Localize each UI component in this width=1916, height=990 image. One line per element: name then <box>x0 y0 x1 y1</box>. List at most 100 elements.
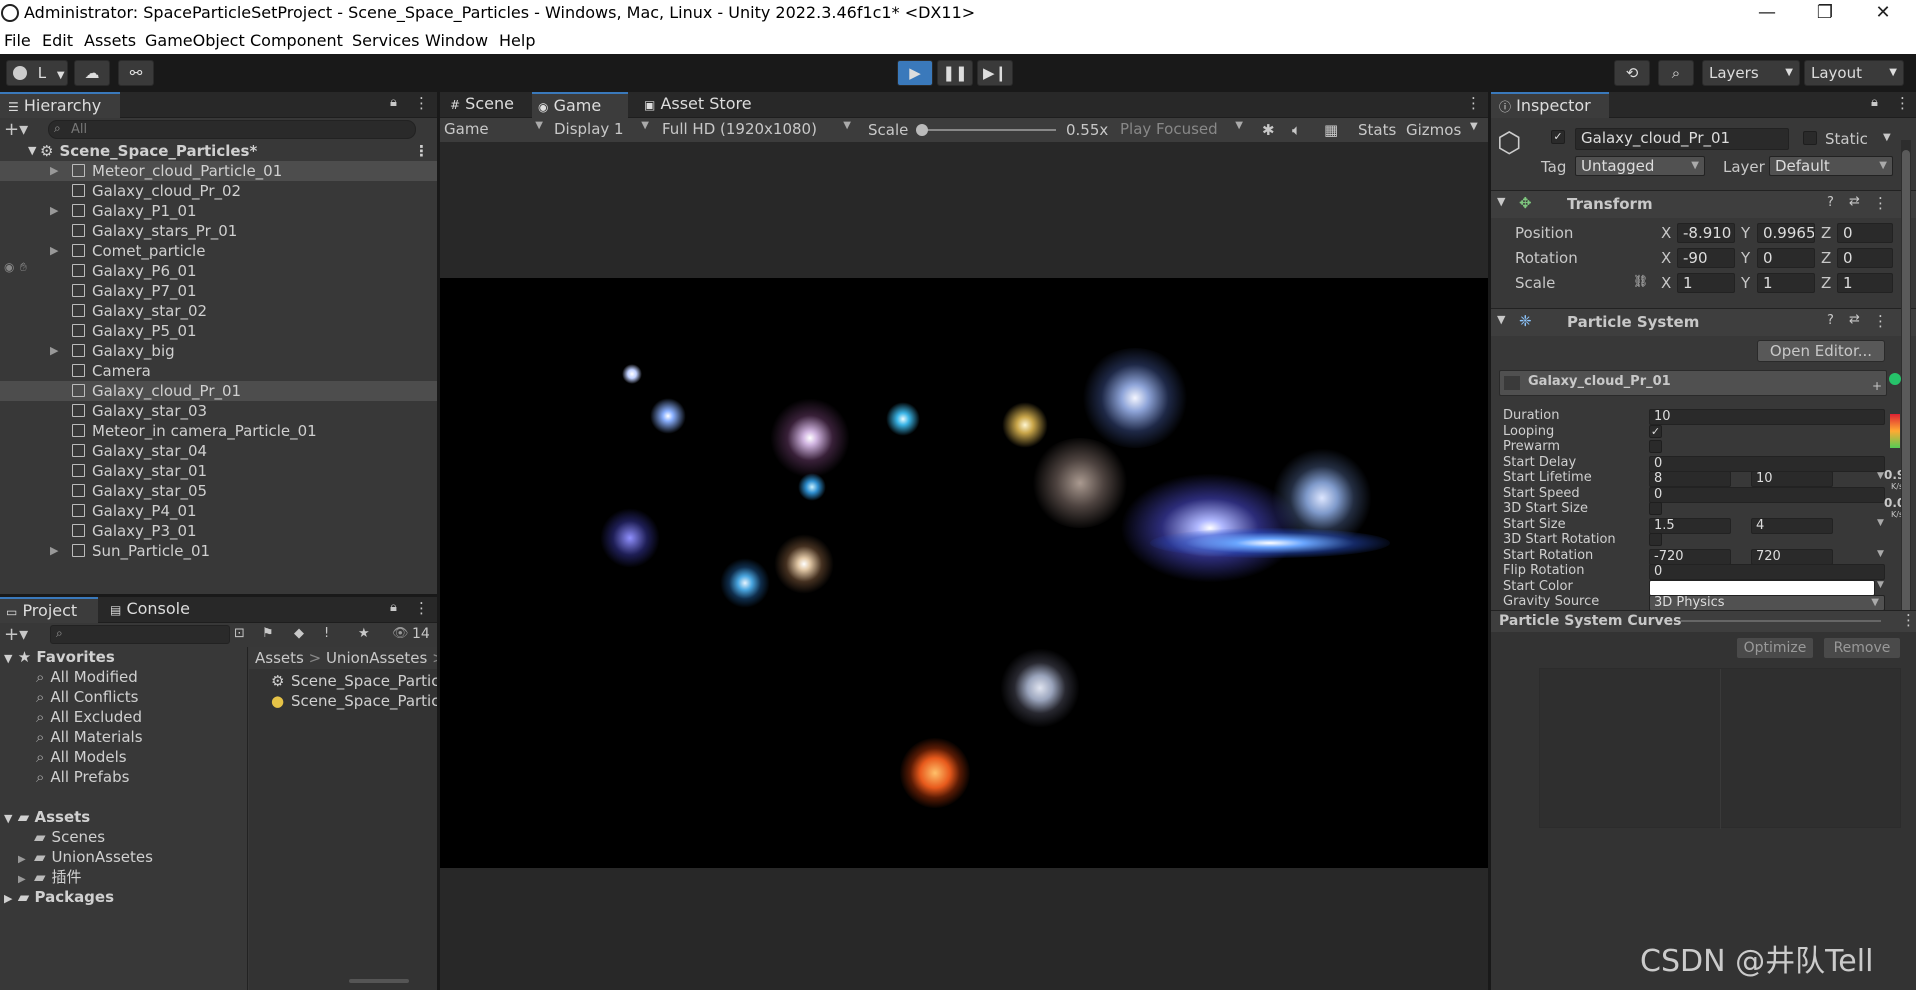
hierarchy-item[interactable]: Galaxy_cloud_Pr_02 <box>0 181 437 201</box>
scale-z-field[interactable]: 1 <box>1837 273 1893 293</box>
chevron-down-icon[interactable]: ▼ <box>1877 471 1884 481</box>
menu-help[interactable]: Help <box>499 31 535 50</box>
scale-y-field[interactable]: 1 <box>1757 273 1815 293</box>
breadcrumb-assets[interactable]: Assets <box>255 649 304 667</box>
hierarchy-item[interactable]: Meteor_in camera_Particle_01 <box>0 421 437 441</box>
hierarchy-item[interactable]: Galaxy_P4_01 <box>0 501 437 521</box>
pickable-toggle-icon[interactable]: ✋︎ <box>20 260 27 275</box>
packages-header[interactable]: ▶ ▰ Packages <box>0 887 247 907</box>
search-by-type-icon[interactable]: ⊡ <box>234 626 245 641</box>
property-field[interactable]: 0 <box>1649 486 1885 503</box>
chevron-down-icon[interactable]: ▼ <box>1877 518 1884 528</box>
hierarchy-item[interactable]: ▶ Sun_Particle_01 <box>0 541 437 561</box>
asset-folder[interactable]: ▶ ▰ UnionAssetes <box>0 847 247 867</box>
hierarchy-item[interactable]: Galaxy_star_03 <box>0 401 437 421</box>
optimize-button[interactable]: Optimize <box>1737 638 1813 658</box>
hierarchy-item[interactable]: Galaxy_stars_Pr_01 <box>0 221 437 241</box>
visibility-icon[interactable]: 👁︎ <box>392 626 409 641</box>
static-checkbox[interactable] <box>1803 131 1817 145</box>
tab-project[interactable]: ▭ Project <box>0 597 98 623</box>
property-range-field[interactable]: 1.5 <box>1649 517 1731 534</box>
assets-header[interactable]: ▼ ▰ Assets <box>0 807 247 827</box>
property-checkbox[interactable] <box>1649 533 1662 546</box>
favorite-item[interactable]: ⌕ All Modified <box>0 667 247 687</box>
curve-graph[interactable] <box>1539 668 1901 829</box>
add-icon[interactable]: +▾ <box>4 624 28 645</box>
hierarchy-item[interactable]: Galaxy_cloud_Pr_01 <box>0 381 437 401</box>
hierarchy-item[interactable]: Galaxy_star_05 <box>0 481 437 501</box>
resolution-dropdown[interactable]: Full HD (1920x1080) ▼ <box>662 120 856 140</box>
warning-icon[interactable]: ! <box>324 626 329 641</box>
hierarchy-item[interactable]: Galaxy_star_02 <box>0 301 437 321</box>
tab-scene[interactable]: # Scene <box>446 92 530 118</box>
add-icon[interactable]: + <box>1872 379 1882 393</box>
particle-curves-header[interactable]: Particle System Curves ⋮ <box>1491 610 1916 632</box>
hierarchy-item[interactable]: Camera <box>0 361 437 381</box>
scale-x-field[interactable]: 1 <box>1677 273 1735 293</box>
pause-button[interactable]: ❚❚ <box>937 60 973 86</box>
property-field[interactable]: 0 <box>1649 564 1885 580</box>
visibility-toggle-icon[interactable]: ◉ <box>4 260 14 274</box>
minimize-button[interactable]: — <box>1738 0 1796 28</box>
layer-dropdown[interactable]: Default ▼ <box>1769 156 1893 176</box>
search-icon[interactable]: ⌕ <box>1658 60 1694 86</box>
object-name-input[interactable]: Galaxy_cloud_Pr_01 <box>1575 128 1789 150</box>
kebab-menu-icon[interactable]: ⋮ <box>414 94 429 112</box>
account-dropdown[interactable]: L ▼ <box>6 60 68 86</box>
property-checkbox[interactable] <box>1649 502 1662 515</box>
label-icon[interactable]: ◆ <box>294 626 304 641</box>
kebab-menu-icon[interactable]: ⋮ <box>414 599 429 617</box>
breadcrumb-unionassetes[interactable]: UnionAssetes <box>326 649 427 667</box>
rotation-x-field[interactable]: -90 <box>1677 248 1735 268</box>
property-field[interactable]: 0 <box>1649 455 1885 472</box>
rotation-y-field[interactable]: 0 <box>1757 248 1815 268</box>
menu-edit[interactable]: Edit <box>42 31 73 50</box>
asset-folder[interactable]: ▰ Scenes <box>0 827 247 847</box>
filter-type-icon[interactable]: ⚑ <box>262 626 274 641</box>
position-x-field[interactable]: -8.910 <box>1677 223 1735 243</box>
tab-hierarchy[interactable]: ☰ Hierarchy <box>0 92 120 118</box>
scale-slider[interactable] <box>920 129 1056 131</box>
hierarchy-item[interactable]: Galaxy_star_04 <box>0 441 437 461</box>
property-range-field[interactable]: 8 <box>1649 471 1731 487</box>
hierarchy-search-input[interactable]: All <box>48 120 416 139</box>
preset-icon[interactable]: ⇄ <box>1849 312 1860 327</box>
preset-icon[interactable]: ⇄ <box>1849 194 1860 209</box>
remove-button[interactable]: Remove <box>1824 638 1900 658</box>
kebab-menu-icon[interactable]: ⋮ <box>1466 94 1481 112</box>
maximize-button[interactable]: ❐ <box>1796 0 1854 28</box>
view-mode-dropdown[interactable]: Game ▼ <box>444 120 548 140</box>
scene-root[interactable]: ▼ ⚙ Scene_Space_Particles* ⋮ <box>0 141 437 161</box>
cloud-icon[interactable]: ☁ <box>74 60 110 86</box>
property-field[interactable]: 10 <box>1649 409 1885 425</box>
asset-folder[interactable]: ▶ ▰ 插件 <box>0 867 247 887</box>
kebab-menu-icon[interactable]: ⋮ <box>1873 312 1888 330</box>
add-icon[interactable]: +▾ <box>4 119 28 140</box>
hierarchy-item[interactable]: Galaxy_P3_01 <box>0 521 437 541</box>
layers-dropdown[interactable]: Layers ▼ <box>1702 60 1800 86</box>
active-checkbox[interactable]: ✓ <box>1551 130 1565 144</box>
transform-header[interactable]: ▼ ✥ Transform ? ⇄ ⋮ <box>1491 190 1916 218</box>
menu-component[interactable]: Component <box>250 31 343 50</box>
property-checkbox[interactable]: ✓ <box>1649 424 1662 438</box>
display-dropdown[interactable]: Display 1 ▼ <box>554 120 654 140</box>
hierarchy-item[interactable]: Galaxy_P5_01 <box>0 321 437 341</box>
favorite-item[interactable]: ⌕ All Conflicts <box>0 687 247 707</box>
hierarchy-item[interactable]: Galaxy_P6_01 <box>0 261 437 281</box>
particle-module-header[interactable]: Galaxy_cloud_Pr_01 + <box>1499 370 1887 396</box>
menu-gameobject[interactable]: GameObject <box>145 31 245 50</box>
help-icon[interactable]: ? <box>1827 313 1834 328</box>
open-editor-button[interactable]: Open Editor... <box>1757 340 1885 362</box>
menu-window[interactable]: Window <box>425 31 488 50</box>
menu-file[interactable]: File <box>4 31 31 50</box>
menu-services[interactable]: Services <box>352 31 419 50</box>
property-range-field[interactable]: 4 <box>1751 517 1833 534</box>
menu-assets[interactable]: Assets <box>84 31 136 50</box>
favorites-header[interactable]: ▼ ★ Favorites <box>0 647 247 667</box>
project-search-input[interactable] <box>50 625 230 644</box>
color-swatch[interactable] <box>1649 579 1875 596</box>
hierarchy-item[interactable]: Galaxy_star_01 <box>0 461 437 481</box>
property-range-field[interactable]: -720 <box>1649 548 1731 565</box>
bug-icon[interactable]: ✱ <box>1262 121 1275 139</box>
game-viewport[interactable] <box>440 278 1488 868</box>
